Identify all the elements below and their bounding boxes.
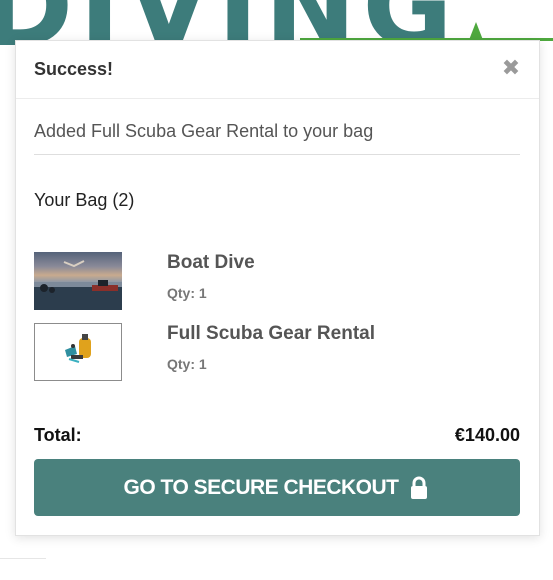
popup-title: Success! — [34, 59, 114, 79]
item-name[interactable]: Full Scuba Gear Rental — [167, 323, 375, 345]
total-value: €140.00 — [454, 425, 520, 445]
page-divider — [0, 558, 46, 559]
boat-dive-thumbnail[interactable] — [34, 252, 122, 310]
close-button[interactable]: ✖ — [500, 56, 522, 80]
total-label: Total: — [34, 425, 82, 445]
header-accent-triangle — [469, 22, 483, 40]
close-icon: ✖ — [501, 55, 521, 80]
item-name[interactable]: Boat Dive — [167, 252, 255, 274]
item-qty: Qty: 1 — [167, 285, 207, 301]
bag-title: Your Bag (2) — [34, 190, 135, 210]
add-to-bag-popup: Success! ✖ Added Full Scuba Gear Rental … — [15, 40, 540, 536]
bag-item: Full Scuba Gear Rental Qty: 1 — [34, 323, 520, 383]
added-message: Added Full Scuba Gear Rental to your bag — [34, 121, 520, 155]
popup-header: Success! ✖ — [16, 41, 539, 99]
lock-icon — [408, 476, 430, 500]
secure-checkout-button[interactable]: GO TO SECURE CHECKOUT — [34, 459, 520, 516]
total-row: Total: €140.00 — [34, 425, 520, 449]
scuba-gear-thumbnail[interactable] — [34, 323, 122, 381]
item-qty: Qty: 1 — [167, 356, 207, 372]
checkout-label: GO TO SECURE CHECKOUT — [123, 475, 399, 499]
bag-item: Boat Dive Qty: 1 — [34, 252, 520, 312]
